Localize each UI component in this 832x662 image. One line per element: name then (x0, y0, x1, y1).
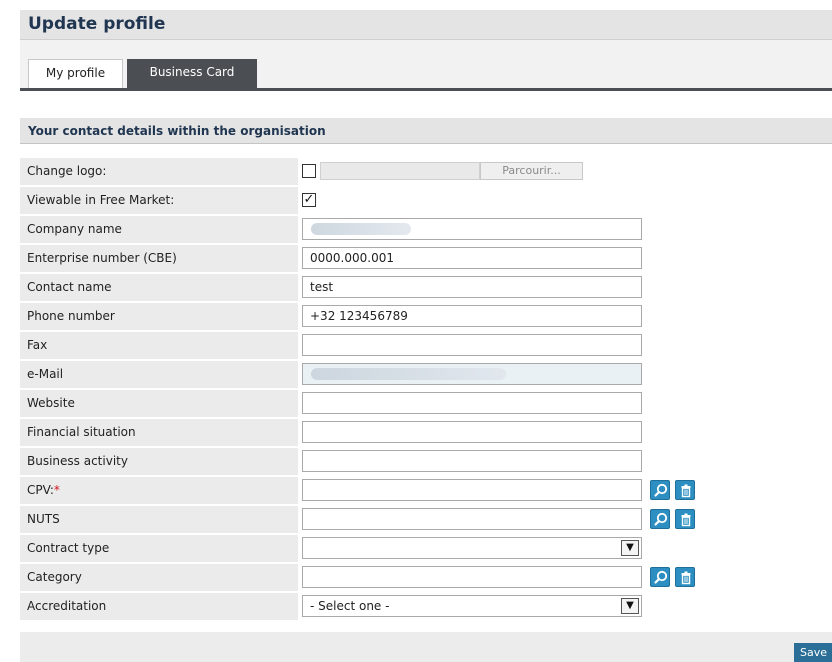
cpv-delete-button[interactable] (675, 480, 695, 500)
row-contact-name: Contact name test (20, 273, 832, 302)
business-activity-input[interactable] (302, 450, 642, 472)
row-phone-number: Phone number +32 123456789 (20, 302, 832, 331)
page-header: Update profile (20, 10, 832, 40)
contact-form: Change logo: Parcourir... Viewable in Fr… (20, 157, 832, 621)
tab-business-card[interactable]: Business Card (127, 59, 257, 88)
accreditation-label: Accreditation (20, 593, 298, 620)
row-business-activity: Business activity (20, 447, 832, 476)
enterprise-number-label: Enterprise number (CBE) (20, 245, 298, 272)
category-search-button[interactable] (650, 567, 670, 587)
tab-bar: My profile Business Card (20, 40, 832, 91)
save-button[interactable]: Save (794, 643, 832, 662)
tab-underline (20, 88, 832, 91)
viewable-checkbox[interactable] (302, 193, 316, 207)
tab-my-profile[interactable]: My profile (28, 59, 123, 88)
page-title: Update profile (28, 14, 166, 34)
phone-number-label: Phone number (20, 303, 298, 330)
category-input[interactable] (302, 566, 642, 588)
row-contract-type: Contract type ▼ (20, 534, 832, 563)
cpv-label-cell: CPV:* (20, 477, 298, 504)
row-company-name: Company name (20, 215, 832, 244)
enterprise-number-input[interactable]: 0000.000.001 (302, 247, 642, 269)
magnifier-icon (654, 570, 668, 584)
nuts-search-button[interactable] (650, 509, 670, 529)
row-nuts: NUTS (20, 505, 832, 534)
chevron-down-icon[interactable]: ▼ (621, 540, 639, 556)
email-label: e-Mail (20, 361, 298, 388)
required-marker: * (53, 483, 60, 497)
chevron-down-icon[interactable]: ▼ (621, 598, 639, 614)
section-title: Your contact details within the organisa… (28, 124, 326, 138)
magnifier-icon (654, 483, 668, 497)
magnifier-icon (654, 512, 668, 526)
nuts-input[interactable] (302, 508, 642, 530)
financial-situation-input[interactable] (302, 421, 642, 443)
logo-file-path[interactable] (320, 162, 480, 180)
company-name-label: Company name (20, 216, 298, 243)
category-label: Category (20, 564, 298, 591)
contract-type-label: Contract type (20, 535, 298, 562)
trash-icon (681, 513, 691, 527)
row-fax: Fax (20, 331, 832, 360)
row-change-logo: Change logo: Parcourir... (20, 157, 832, 186)
business-activity-label: Business activity (20, 448, 298, 475)
row-website: Website (20, 389, 832, 418)
cpv-input[interactable] (302, 479, 642, 501)
browse-button[interactable]: Parcourir... (480, 162, 583, 180)
contact-name-input[interactable]: test (302, 276, 642, 298)
website-label: Website (20, 390, 298, 417)
accreditation-selected: - Select one - (310, 599, 390, 613)
phone-number-input[interactable]: +32 123456789 (302, 305, 642, 327)
redacted-email (311, 368, 506, 380)
fax-label: Fax (20, 332, 298, 359)
category-delete-button[interactable] (675, 567, 695, 587)
viewable-label: Viewable in Free Market: (20, 187, 298, 214)
spacer (20, 93, 832, 117)
trash-icon (681, 484, 691, 498)
row-cpv: CPV:* (20, 476, 832, 505)
redacted-company-name (311, 223, 411, 235)
row-enterprise-number: Enterprise number (CBE) 0000.000.001 (20, 244, 832, 273)
financial-situation-label: Financial situation (20, 419, 298, 446)
row-email: e-Mail (20, 360, 832, 389)
contract-type-select[interactable]: ▼ (302, 537, 642, 559)
row-financial-situation: Financial situation (20, 418, 832, 447)
section-header: Your contact details within the organisa… (20, 118, 832, 144)
form-footer: Save (20, 632, 832, 662)
row-viewable: Viewable in Free Market: (20, 186, 832, 215)
company-name-input[interactable] (302, 218, 642, 240)
change-logo-checkbox[interactable] (302, 164, 316, 178)
trash-icon (681, 571, 691, 585)
cpv-search-button[interactable] (650, 480, 670, 500)
email-input[interactable] (302, 363, 642, 385)
change-logo-label: Change logo: (20, 158, 298, 185)
nuts-delete-button[interactable] (675, 509, 695, 529)
contact-name-label: Contact name (20, 274, 298, 301)
fax-input[interactable] (302, 334, 642, 356)
website-input[interactable] (302, 392, 642, 414)
row-category: Category (20, 563, 832, 592)
accreditation-select[interactable]: - Select one - ▼ (302, 595, 642, 617)
nuts-label: NUTS (20, 506, 298, 533)
cpv-label: CPV: (27, 483, 54, 497)
row-accreditation: Accreditation - Select one - ▼ (20, 592, 832, 621)
